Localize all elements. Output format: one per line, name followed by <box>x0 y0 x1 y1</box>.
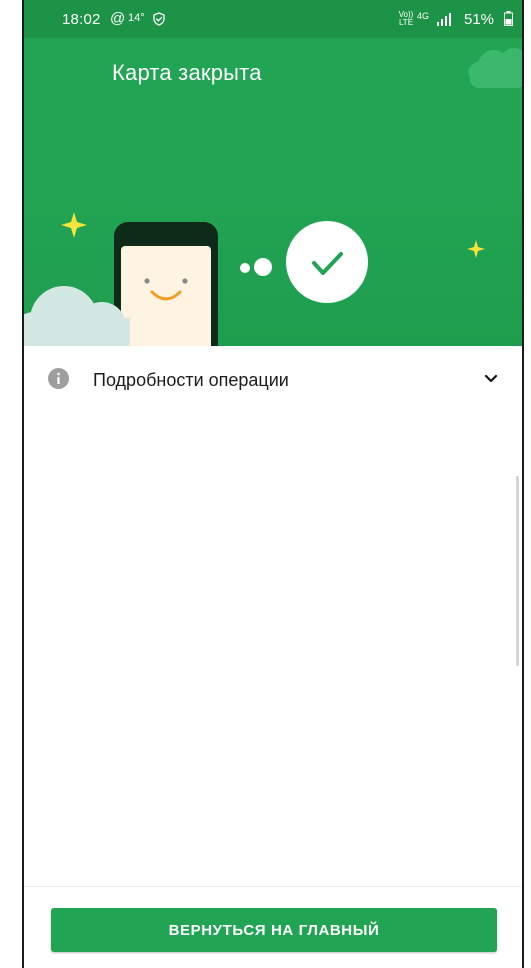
scrollbar[interactable] <box>516 476 519 666</box>
dot-medium <box>254 258 272 276</box>
info-icon <box>48 368 69 389</box>
cloud-top-right <box>468 48 522 88</box>
chevron-down-icon[interactable] <box>484 373 498 385</box>
page-title: Карта закрыта <box>112 60 262 85</box>
hero-banner: 18:02 @ 14° Vo)) LTE 4G 51% Карта закрыт… <box>24 0 522 346</box>
check-circle-icon <box>286 221 368 303</box>
volte-indicator: Vo)) LTE <box>398 10 414 27</box>
status-temperature: 14° <box>128 12 145 24</box>
status-bar: 18:02 @ 14° Vo)) LTE 4G 51% <box>24 0 522 38</box>
return-to-main-button[interactable]: ВЕРНУТЬСЯ НА ГЛАВНЫЙ <box>51 908 497 952</box>
star-right-icon <box>467 240 485 258</box>
network-indicator: 4G <box>417 11 430 21</box>
content-area: Подробности операции <box>24 346 522 886</box>
star-left-icon <box>61 212 87 238</box>
app-screen: 18:02 @ 14° Vo)) LTE 4G 51% Карта закрыт… <box>24 0 522 968</box>
battery-percent: 51% <box>464 11 495 28</box>
battery-icon <box>504 11 513 26</box>
window-frame-left <box>0 0 22 968</box>
phone-smiley-checkmark-illustration <box>24 48 522 346</box>
operation-details-expander[interactable]: Подробности операции <box>24 346 522 416</box>
signal-strength-icon <box>437 13 451 26</box>
bottom-action-bar: ВЕРНУТЬСЯ НА ГЛАВНЫЙ <box>24 886 522 968</box>
shield-check-icon <box>153 12 165 26</box>
dot-small <box>240 263 250 273</box>
status-time: 18:02 <box>62 11 101 28</box>
window-frame-right <box>524 0 531 968</box>
at-icon: @ <box>110 10 126 27</box>
operation-details-label: Подробности операции <box>93 370 289 390</box>
